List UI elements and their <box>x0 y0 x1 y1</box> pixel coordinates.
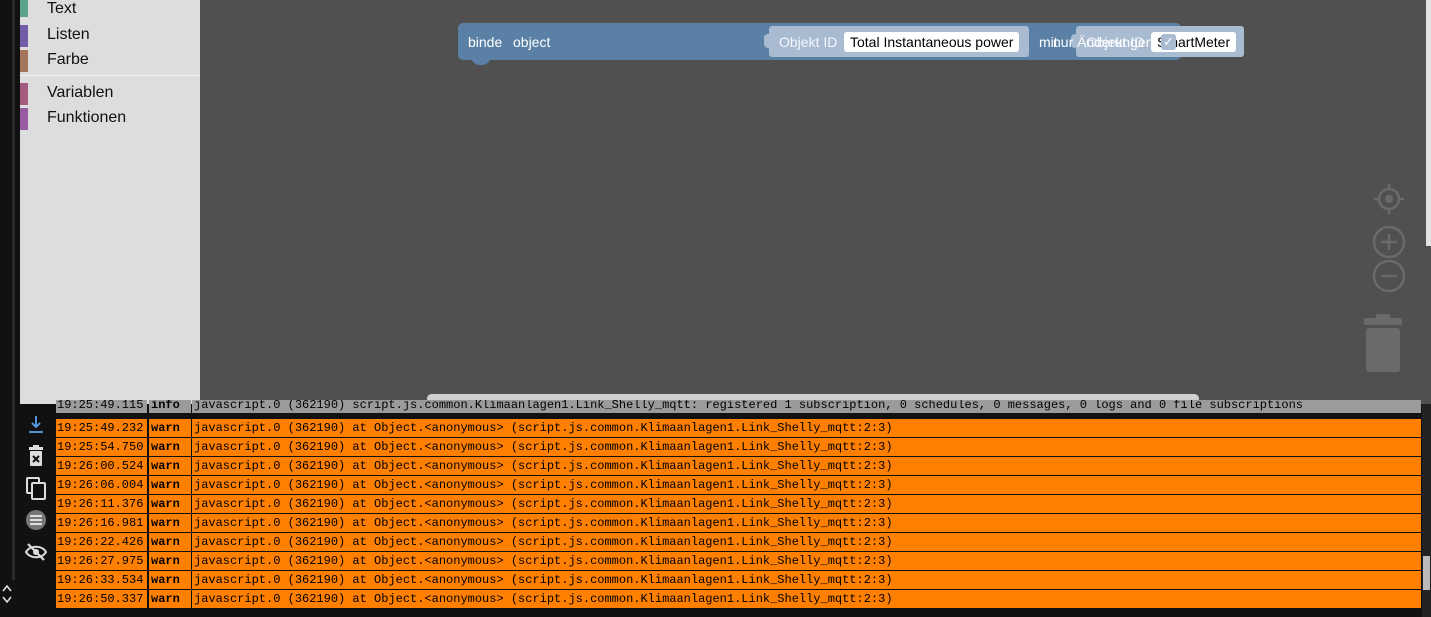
log-message: javascript.0 (362190) at Object.<anonymo… <box>192 419 1421 437</box>
log-timestamp: 19:26:06.004 <box>56 476 147 494</box>
log-severity: warn <box>149 514 191 532</box>
log-timestamp: 19:25:49.232 <box>56 419 147 437</box>
log-message: javascript.0 (362190) at Object.<anonymo… <box>192 514 1421 532</box>
log-timestamp: 19:26:16.981 <box>56 514 147 532</box>
log-severity: warn <box>149 590 191 608</box>
left-edge-strip <box>0 0 20 617</box>
copy-log-icon[interactable] <box>24 476 48 500</box>
recenter-icon[interactable] <box>1373 183 1405 220</box>
log-timestamp: 19:26:50.337 <box>56 590 147 608</box>
clear-log-icon[interactable] <box>24 444 48 468</box>
log-severity: warn <box>149 533 191 551</box>
log-panel: 19:25:49.115 info javascript.0 (362190) … <box>20 400 1431 617</box>
nur-aenderungen-checkbox[interactable]: ✓ <box>1161 34 1176 50</box>
log-timestamp: 19:25:49.115 <box>56 400 147 413</box>
log-row: 19:26:11.376 warn javascript.0 (362190) … <box>56 495 1421 513</box>
category-color-swatch <box>20 25 28 47</box>
log-vertical-scrollbar[interactable] <box>1422 404 1431 617</box>
hide-log-icon[interactable] <box>24 540 48 564</box>
log-timestamp: 19:26:33.534 <box>56 571 147 589</box>
toolbox-category-label: Text <box>47 0 77 17</box>
log-timestamp: 19:26:27.975 <box>56 552 147 570</box>
log-scrollbar-thumb[interactable] <box>1423 556 1430 590</box>
log-timestamp: 19:25:54.750 <box>56 438 147 456</box>
log-filter-icon[interactable] <box>24 508 48 532</box>
category-color-swatch <box>20 108 28 130</box>
log-severity: warn <box>149 495 191 513</box>
log-row: 19:25:49.115 info javascript.0 (362190) … <box>56 400 1421 413</box>
left-divider <box>12 0 15 580</box>
block-label-binde: binde <box>468 34 503 50</box>
input-tab <box>764 34 770 48</box>
log-row: 19:26:27.975 warn javascript.0 (362190) … <box>56 552 1421 570</box>
toolbox-category-funktionen[interactable]: Funktionen <box>20 108 200 132</box>
toolbox-category-label: Listen <box>47 26 90 43</box>
log-toolbar <box>20 404 53 617</box>
log-row: 19:26:33.534 warn javascript.0 (362190) … <box>56 571 1421 589</box>
log-severity: warn <box>149 457 191 475</box>
block-label-object: object <box>513 34 551 50</box>
log-row: 19:26:06.004 warn javascript.0 (362190) … <box>56 476 1421 494</box>
toolbox-category-text[interactable]: Text <box>20 0 200 24</box>
log-severity: warn <box>149 571 191 589</box>
category-color-swatch <box>20 50 28 72</box>
log-message: javascript.0 (362190) at Object.<anonymo… <box>192 476 1421 494</box>
log-row: 19:26:22.426 warn javascript.0 (362190) … <box>56 533 1421 551</box>
log-message: javascript.0 (362190) at Object.<anonymo… <box>192 438 1421 456</box>
toolbox-category-listen[interactable]: Listen <box>20 25 200 49</box>
object-id-field-1[interactable]: Total Instantaneous power <box>844 32 1020 52</box>
object-id-label: Objekt ID <box>779 34 838 50</box>
object-id-block-1[interactable]: Objekt ID Total Instantaneous power <box>764 26 1029 57</box>
log-row: 19:26:16.981 warn javascript.0 (362190) … <box>56 514 1421 532</box>
blockly-workspace[interactable]: binde object Objekt ID Total Instantaneo… <box>200 0 1431 404</box>
log-message: javascript.0 (362190) at Object.<anonymo… <box>192 457 1421 475</box>
category-color-swatch <box>20 0 28 17</box>
log-timestamp: 19:26:22.426 <box>56 533 147 551</box>
log-message: javascript.0 (362190) at Object.<anonymo… <box>192 552 1421 570</box>
toolbox-category-label: Farbe <box>47 51 89 68</box>
log-timestamp: 19:26:00.524 <box>56 457 147 475</box>
blockly-toolbox: Text Listen Farbe Variablen Funktionen <box>20 0 200 404</box>
scroll-to-bottom-icon[interactable] <box>24 412 48 436</box>
log-severity: warn <box>149 419 191 437</box>
workspace-vertical-scrollbar[interactable] <box>1426 0 1431 246</box>
log-severity: warn <box>149 476 191 494</box>
log-severity: warn <box>149 438 191 456</box>
block-label-nur-aenderungen: nur Änderungen <box>1053 34 1154 50</box>
log-message: javascript.0 (362190) at Object.<anonymo… <box>192 590 1421 608</box>
log-severity: info <box>149 400 191 413</box>
spinner-arrows-icon[interactable] <box>0 583 14 609</box>
category-color-swatch <box>20 83 28 105</box>
toolbox-category-farbe[interactable]: Farbe <box>20 50 200 74</box>
log-timestamp: 19:26:11.376 <box>56 495 147 513</box>
log-message: javascript.0 (362190) at Object.<anonymo… <box>192 533 1421 551</box>
log-row: 19:26:50.337 warn javascript.0 (362190) … <box>56 590 1421 608</box>
log-row: 19:25:54.750 warn javascript.0 (362190) … <box>56 438 1421 456</box>
log-row: 19:26:00.524 warn javascript.0 (362190) … <box>56 457 1421 475</box>
log-severity: warn <box>149 552 191 570</box>
log-message: javascript.0 (362190) at Object.<anonymo… <box>192 571 1421 589</box>
zoom-out-icon[interactable] <box>1372 259 1406 298</box>
toolbox-separator <box>20 75 200 76</box>
trash-icon[interactable] <box>1360 314 1404 379</box>
toolbox-category-label: Variablen <box>47 84 114 101</box>
log-row: 19:25:49.232 warn javascript.0 (362190) … <box>56 419 1421 437</box>
block-notch <box>471 56 491 65</box>
toolbox-category-label: Funktionen <box>47 109 127 126</box>
toolbox-category-variablen[interactable]: Variablen <box>20 83 200 107</box>
log-message: javascript.0 (362190) script.js.common.K… <box>192 400 1421 413</box>
log-message: javascript.0 (362190) at Object.<anonymo… <box>192 495 1421 513</box>
